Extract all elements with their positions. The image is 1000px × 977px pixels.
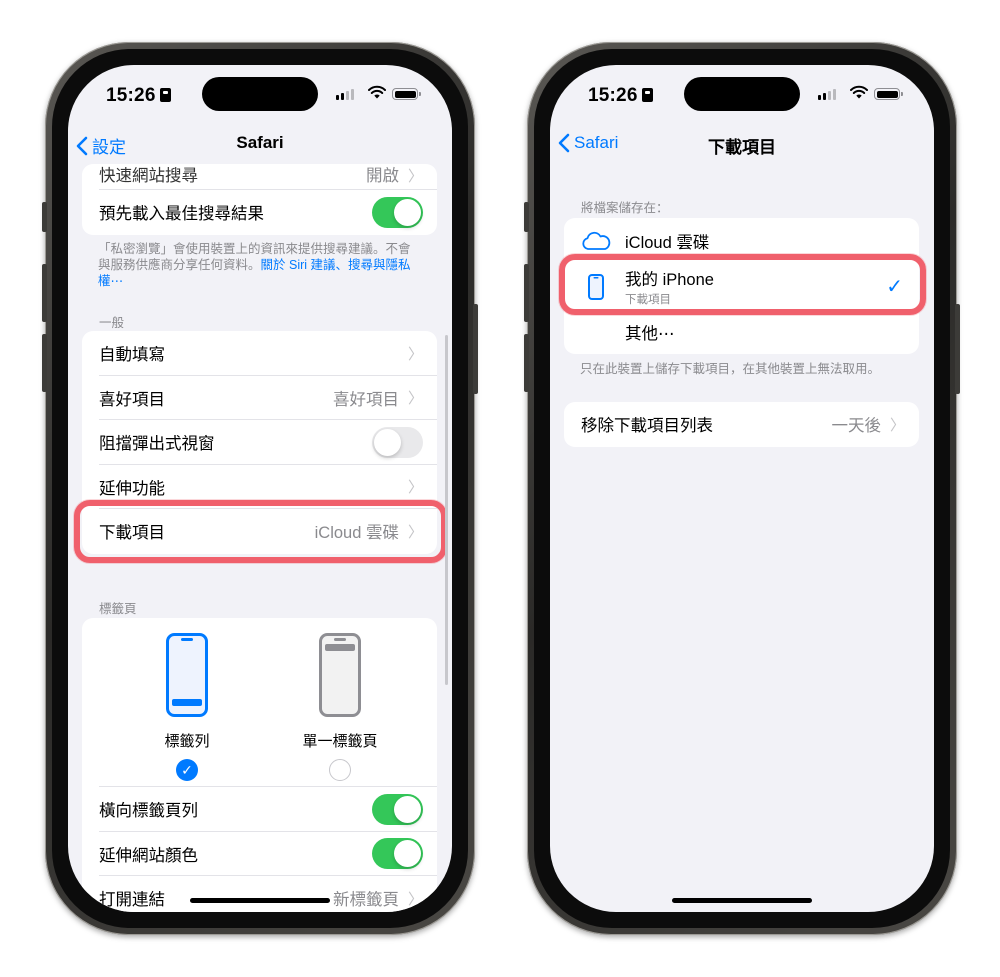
other-option[interactable]: 其他⋯ <box>564 310 919 354</box>
dynamic-island <box>684 77 800 111</box>
remove-downloads-group: 移除下載項目列表 一天後〉 <box>564 402 919 447</box>
chevron-right-icon: 〉 <box>889 416 905 434</box>
action-button <box>42 202 47 232</box>
chevron-right-icon: 〉 <box>407 345 423 363</box>
status-bar: 15:26 <box>550 65 934 119</box>
icloud-drive-label: iCloud 雲碟 <box>625 233 710 252</box>
right-phone: 15:26 Safari 下載項目 將檔案儲存在： iCloud 雲碟 我的 i… <box>524 42 960 935</box>
chevron-right-icon: 〉 <box>407 168 423 185</box>
cloud-icon <box>582 231 611 250</box>
remove-download-list-row[interactable]: 移除下載項目列表 一天後〉 <box>564 402 919 447</box>
tab-bar-radio-checkmark-icon[interactable]: ✓ <box>176 759 198 781</box>
home-indicator[interactable] <box>190 898 330 903</box>
open-links-row[interactable]: 打開連結 新標籤頁〉 <box>82 876 437 912</box>
other-label: 其他⋯ <box>625 325 675 343</box>
chevron-right-icon: 〉 <box>407 390 423 408</box>
status-bar: 15:26 <box>68 65 452 119</box>
right-screen: 15:26 Safari 下載項目 將檔案儲存在： iCloud 雲碟 我的 i… <box>550 65 934 912</box>
general-section-header: 一般 <box>99 316 125 330</box>
status-time: 15:26 <box>106 85 156 106</box>
cellular-signal-icon <box>336 89 354 100</box>
quick-website-search-row[interactable]: 快速網站搜尋 開啟〉 <box>82 164 437 190</box>
website-tinting-toggle[interactable] <box>372 838 423 870</box>
block-popups-toggle[interactable] <box>372 426 423 458</box>
downloads-highlight-box <box>74 500 447 563</box>
favorites-row[interactable]: 喜好項目 喜好項目〉 <box>82 376 437 421</box>
navigation-bar: Safari 下載項目 <box>550 127 934 167</box>
volume-down-button <box>42 334 47 392</box>
landscape-tab-bar-row: 橫向標籤頁列 <box>82 787 437 832</box>
save-location-footer: 只在此裝置上儲存下載項目，在其他裝置上無法取用。 <box>580 362 881 376</box>
my-iphone-highlight-box <box>559 254 926 315</box>
preload-top-hit-row: 預先載入最佳搜尋結果 <box>82 190 437 235</box>
tab-bar-option[interactable]: 標籤列 ✓ <box>122 633 252 781</box>
volume-up-button <box>42 264 47 322</box>
dynamic-island <box>202 77 318 111</box>
preload-top-hit-toggle[interactable] <box>372 196 423 228</box>
chevron-right-icon: 〉 <box>407 890 423 908</box>
status-time: 15:26 <box>588 85 638 106</box>
volume-up-button <box>524 264 529 322</box>
search-footer: 「私密瀏覽」會使用裝置上的資訊來提供搜尋建議。不會與服務供應商分享任何資料。關於… <box>98 242 411 288</box>
single-tab-phone-icon <box>319 633 361 717</box>
action-button <box>524 202 529 232</box>
block-popups-row: 阻擋彈出式視窗 <box>82 420 437 465</box>
landscape-tab-bar-toggle[interactable] <box>372 793 423 825</box>
side-button <box>473 304 478 394</box>
page-title: 下載項目 <box>708 138 776 157</box>
home-indicator[interactable] <box>672 898 812 903</box>
navigation-bar: 設定 Safari <box>68 127 452 167</box>
cellular-signal-icon <box>818 89 836 100</box>
tab-bar-label: 標籤列 <box>164 733 210 750</box>
page-title: Safari <box>236 133 284 152</box>
wifi-icon <box>850 85 868 99</box>
battery-icon <box>874 88 903 100</box>
single-tab-radio[interactable] <box>329 759 351 781</box>
chevron-right-icon: 〉 <box>407 479 423 497</box>
single-tab-option[interactable]: 單一標籤頁 <box>275 633 405 781</box>
website-tinting-row: 延伸網站顏色 <box>82 832 437 877</box>
left-screen: 15:26 設定 Safari 快速網站搜尋 開啟 〉 預先載入最佳搜尋結果 「… <box>68 65 452 912</box>
single-tab-label: 單一標籤頁 <box>302 733 378 750</box>
id-card-icon <box>159 88 171 102</box>
volume-down-button <box>524 334 529 392</box>
tabs-settings-group: 標籤列 ✓ 單一標籤頁 橫向標籤頁列 延伸網站顏色 打開連結 新標籤頁 〉 <box>82 618 437 912</box>
id-card-icon <box>641 88 653 102</box>
side-button <box>955 304 960 394</box>
save-location-header: 將檔案儲存在： <box>581 201 669 215</box>
battery-icon <box>392 88 421 100</box>
wifi-icon <box>368 85 386 99</box>
scrollbar[interactable] <box>445 335 448 685</box>
tabs-section-header: 標籤頁 <box>99 602 137 616</box>
tab-style-picker: 標籤列 ✓ 單一標籤頁 <box>82 618 437 787</box>
tab-bar-phone-icon <box>166 633 208 717</box>
search-settings-group: 快速網站搜尋 開啟〉 預先載入最佳搜尋結果 <box>82 164 437 235</box>
left-phone: 15:26 設定 Safari 快速網站搜尋 開啟 〉 預先載入最佳搜尋結果 「… <box>42 42 478 935</box>
autofill-row[interactable]: 自動填寫 〉 <box>82 331 437 376</box>
